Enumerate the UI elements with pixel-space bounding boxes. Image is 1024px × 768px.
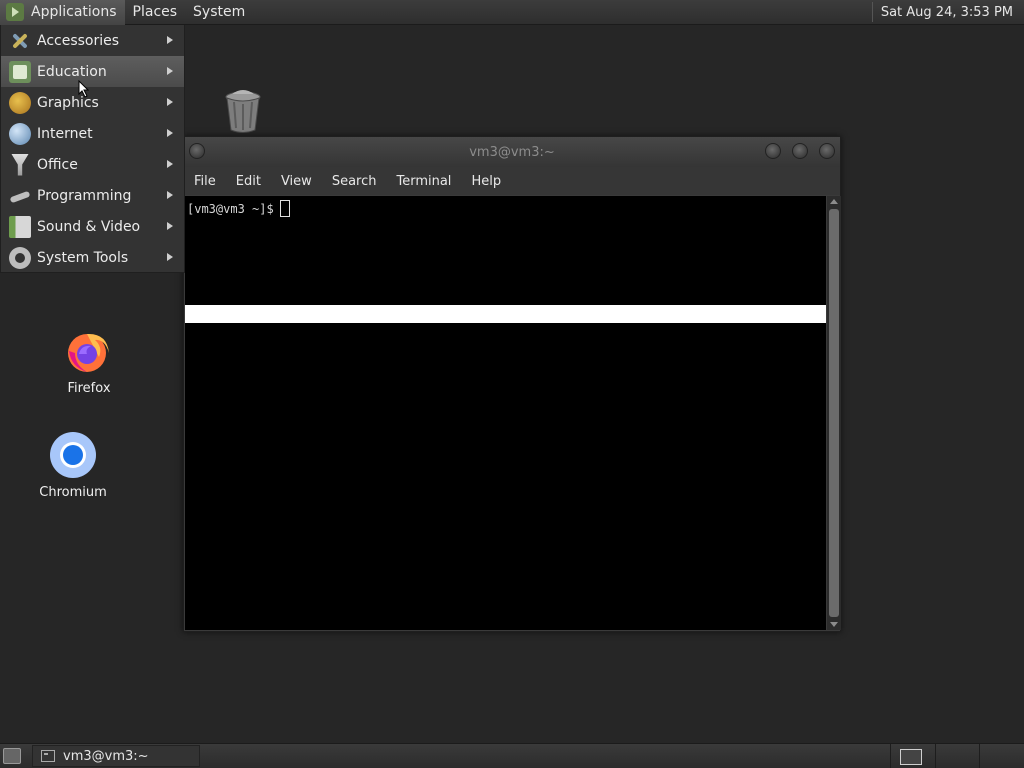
workspace-switcher	[890, 744, 1024, 768]
menu-file[interactable]: File	[194, 174, 216, 189]
close-button[interactable]	[819, 143, 835, 159]
menu-item-education[interactable]: Education	[1, 56, 184, 87]
menu-item-label: Office	[37, 156, 78, 173]
chromium-icon	[50, 432, 96, 478]
menu-item-programming[interactable]: Programming	[1, 180, 184, 211]
scroll-down-icon[interactable]	[830, 622, 838, 627]
terminal-icon	[41, 750, 55, 762]
firefox-icon	[68, 333, 109, 372]
taskbar-terminal-label: vm3@vm3:~	[63, 748, 149, 764]
applications-logo-icon	[6, 3, 24, 21]
applications-dropdown: Accessories Education Graphics Internet …	[0, 25, 185, 273]
system-menu[interactable]: System	[185, 0, 253, 25]
render-artifact-bar	[185, 305, 826, 323]
menu-item-graphics[interactable]: Graphics	[1, 87, 184, 118]
office-icon	[11, 153, 29, 176]
terminal-output[interactable]: [vm3@vm3 ~]$	[185, 196, 826, 630]
scroll-thumb[interactable]	[829, 209, 839, 617]
text-cursor	[279, 200, 290, 217]
menu-item-internet[interactable]: Internet	[1, 118, 184, 149]
submenu-arrow-icon	[167, 36, 173, 44]
bottom-panel: vm3@vm3:~	[0, 743, 1024, 768]
menu-view[interactable]: View	[281, 174, 312, 189]
desktop-firefox-label: Firefox	[67, 381, 111, 396]
submenu-arrow-icon	[167, 222, 173, 230]
sound-video-icon	[9, 215, 31, 238]
terminal-titlebar[interactable]: vm3@vm3:~	[184, 137, 840, 167]
system-tools-icon	[9, 246, 31, 269]
terminal-window[interactable]: vm3@vm3:~ File Edit View Search Terminal…	[183, 136, 841, 632]
taskbar-terminal-button[interactable]: vm3@vm3:~	[32, 745, 200, 767]
graphics-icon	[9, 91, 31, 114]
mouse-pointer-icon	[78, 80, 90, 98]
desktop-firefox[interactable]: Firefox	[60, 327, 118, 396]
panel-separator	[871, 2, 873, 22]
submenu-arrow-icon	[167, 253, 173, 261]
menu-item-label: Programming	[37, 187, 132, 204]
education-icon	[9, 60, 31, 83]
minimize-button[interactable]	[765, 143, 781, 159]
menu-item-label: System Tools	[37, 249, 129, 266]
applications-menu-label: Applications	[31, 4, 117, 20]
menu-item-system-tools[interactable]: System Tools	[1, 242, 184, 273]
window-menu-button[interactable]	[189, 143, 205, 159]
menu-terminal[interactable]: Terminal	[396, 174, 451, 189]
system-menu-label: System	[193, 4, 246, 20]
top-panel: Applications Places System Sat Aug 24, 3…	[0, 0, 1024, 25]
submenu-arrow-icon	[167, 129, 173, 137]
places-menu[interactable]: Places	[125, 0, 186, 25]
menu-item-accessories[interactable]: Accessories	[1, 25, 184, 56]
applications-menu[interactable]: Applications	[0, 0, 125, 25]
trash-icon[interactable]	[224, 88, 262, 134]
terminal-prompt-line: [vm3@vm3 ~]$	[187, 200, 290, 217]
terminal-scrollbar[interactable]	[827, 196, 841, 630]
menu-item-label: Internet	[37, 125, 93, 142]
menu-item-label: Accessories	[37, 32, 120, 49]
workspace-1[interactable]	[890, 744, 935, 768]
maximize-button[interactable]	[792, 143, 808, 159]
scroll-up-icon[interactable]	[830, 199, 838, 204]
submenu-arrow-icon	[167, 160, 173, 168]
programming-icon	[9, 185, 31, 207]
submenu-arrow-icon	[167, 191, 173, 199]
places-menu-label: Places	[132, 4, 178, 20]
menu-edit[interactable]: Edit	[236, 174, 261, 189]
desktop-chromium[interactable]: Chromium	[39, 431, 107, 500]
menu-item-label: Sound & Video	[37, 218, 141, 235]
menu-item-sound-video[interactable]: Sound & Video	[1, 211, 184, 242]
menu-item-label: Education	[37, 63, 107, 80]
menu-item-office[interactable]: Office	[1, 149, 184, 180]
show-desktop-icon[interactable]	[3, 748, 21, 764]
workspace-2[interactable]	[934, 744, 980, 768]
internet-icon	[9, 122, 31, 145]
submenu-arrow-icon	[167, 98, 173, 106]
menu-search[interactable]: Search	[332, 174, 377, 189]
accessories-icon	[9, 30, 31, 52]
terminal-menubar: File Edit View Search Terminal Help	[184, 167, 840, 195]
clock[interactable]: Sat Aug 24, 3:53 PM	[881, 5, 1024, 20]
terminal-title: vm3@vm3:~	[469, 144, 555, 160]
menu-help[interactable]: Help	[471, 174, 501, 189]
workspace-3[interactable]	[979, 744, 1024, 768]
desktop-chromium-label: Chromium	[39, 485, 107, 500]
terminal-prompt: [vm3@vm3 ~]$	[187, 201, 274, 216]
submenu-arrow-icon	[167, 67, 173, 75]
